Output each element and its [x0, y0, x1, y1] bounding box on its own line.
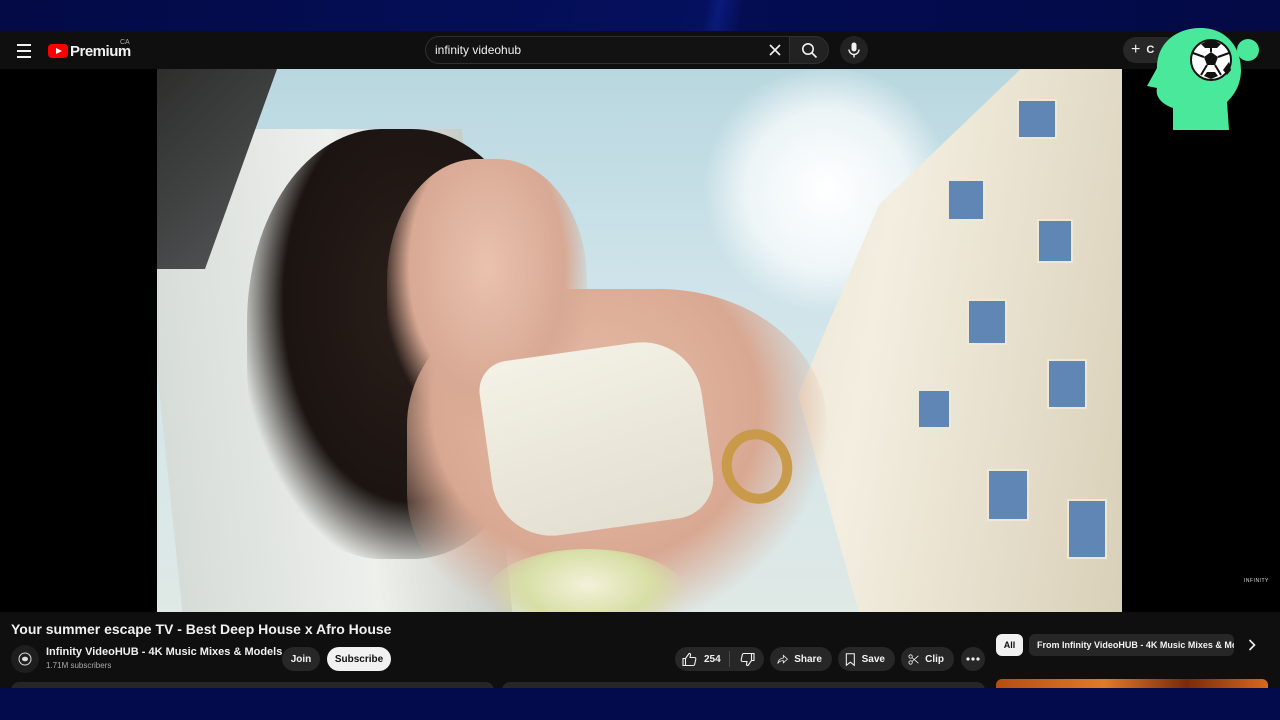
join-button[interactable]: Join — [282, 647, 320, 671]
clip-label: Clip — [925, 653, 944, 665]
channel-name[interactable]: Infinity VideoHUB - 4K Music Mixes & Mod… — [46, 646, 282, 658]
region-code: CA — [120, 39, 130, 46]
like-button[interactable]: 254 — [675, 647, 729, 671]
youtube-watch-page: Premium CA + C — [0, 31, 1280, 688]
soccer-head-logo-icon — [1147, 28, 1241, 130]
channel-avatar[interactable] — [11, 645, 39, 673]
subscribe-button[interactable]: Subscribe — [327, 647, 391, 671]
video-figure-top — [475, 334, 719, 544]
share-icon — [777, 653, 789, 664]
chip-all[interactable]: All — [996, 634, 1023, 656]
clip-button[interactable]: Clip — [901, 647, 954, 671]
clear-icon[interactable] — [766, 41, 784, 59]
like-dislike-group: 254 — [675, 647, 764, 671]
youtube-premium-logo[interactable]: Premium — [48, 40, 131, 62]
search-box — [425, 36, 790, 64]
clip-icon — [908, 653, 919, 665]
recommended-thumbnail[interactable] — [996, 679, 1268, 688]
video-watermark: INFINITY — [1244, 578, 1269, 584]
mic-icon — [848, 42, 860, 58]
dislike-icon — [740, 652, 755, 666]
dislike-button[interactable] — [730, 647, 764, 671]
save-button[interactable]: Save — [838, 647, 895, 671]
search-icon — [802, 43, 818, 59]
youtube-logo-icon — [48, 44, 68, 58]
more-actions-button[interactable] — [961, 647, 985, 671]
search-input[interactable] — [435, 37, 755, 63]
share-label: Share — [794, 653, 822, 665]
more-icon — [966, 657, 980, 661]
masthead: Premium CA + C — [0, 31, 1280, 69]
plus-icon: + — [1131, 41, 1141, 58]
video-frame[interactable] — [157, 69, 1122, 612]
search-button[interactable] — [789, 36, 829, 64]
subscriber-count: 1.71M subscribers — [46, 661, 112, 670]
like-count: 254 — [704, 653, 721, 665]
save-icon — [845, 652, 855, 666]
top-frame-band — [0, 0, 1280, 31]
video-title: Your summer escape TV - Best Deep House … — [11, 621, 392, 637]
menu-icon[interactable] — [12, 38, 36, 62]
channel-logo-icon — [18, 652, 32, 666]
save-label: Save — [861, 653, 885, 665]
chevron-right-icon[interactable] — [1242, 635, 1262, 655]
video-player[interactable]: INFINITY — [0, 69, 1280, 612]
chip-from-channel[interactable]: From Infinity VideoHUB - 4K Music Mixes … — [1029, 634, 1234, 656]
like-icon — [682, 652, 697, 666]
bottom-frame-band — [0, 688, 1280, 720]
voice-search-button[interactable] — [840, 36, 868, 64]
share-button[interactable]: Share — [770, 647, 832, 671]
